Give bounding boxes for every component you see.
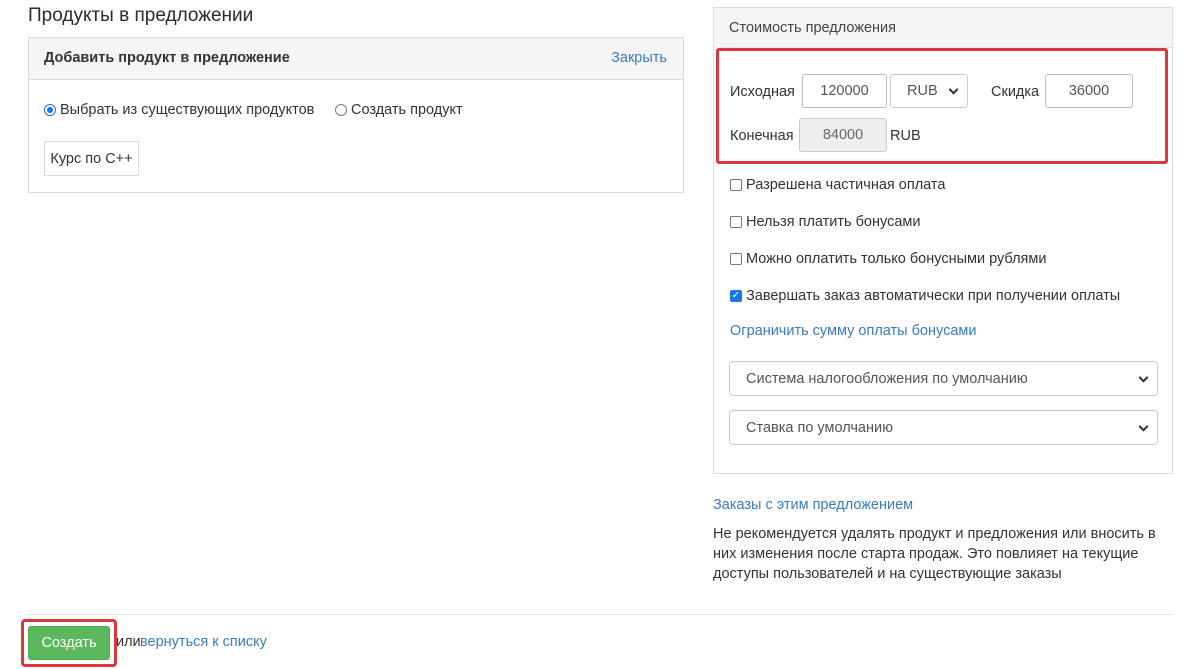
currency-select-value: RUB: [907, 83, 938, 99]
radio-create-product-label: Создать продукт: [351, 102, 463, 118]
footer-divider: [28, 614, 1173, 615]
vat-rate-select[interactable]: Ставка по умолчанию: [729, 410, 1158, 445]
close-link[interactable]: Закрыть: [611, 50, 667, 66]
chevron-down-icon: [1138, 372, 1149, 383]
checkbox-partial-payment[interactable]: Разрешена частичная оплата: [730, 177, 945, 193]
offer-price-panel-title: Стоимость предложения: [729, 20, 896, 36]
page-title: Продукты в предложении: [28, 5, 254, 26]
radio-choose-existing-label: Выбрать из существующих продуктов: [60, 102, 315, 118]
checkbox-auto-complete[interactable]: ✓ Завершать заказ автоматически при полу…: [730, 288, 1120, 304]
tax-system-select-value: Система налогообложения по умолчанию: [746, 370, 1028, 387]
radio-checked-icon[interactable]: [44, 104, 56, 116]
discount-input[interactable]: 36000: [1045, 74, 1133, 108]
final-price-field: 84000: [799, 118, 887, 152]
final-price-label: Конечная: [730, 128, 794, 144]
offer-price-panel-header: Стоимость предложения: [714, 8, 1172, 48]
footer-or-text: или: [116, 634, 141, 650]
initial-price-input[interactable]: 120000: [802, 74, 887, 108]
radio-choose-existing[interactable]: Выбрать из существующих продуктов: [44, 102, 314, 118]
checkbox-checked-icon[interactable]: ✓: [730, 290, 742, 302]
back-to-list-link[interactable]: вернуться к списку: [140, 634, 267, 650]
checkbox-bonus-only-label: Можно оплатить только бонусными рублями: [746, 251, 1047, 267]
create-button[interactable]: Создать: [28, 626, 110, 660]
add-product-panel-header: Добавить продукт в предложение Закрыть: [29, 38, 683, 80]
tax-system-select[interactable]: Система налогообложения по умолчанию: [729, 361, 1158, 396]
warning-text: Не рекомендуется удалять продукт и предл…: [713, 526, 1156, 582]
checkbox-unchecked-icon[interactable]: [730, 216, 742, 228]
chevron-down-icon: [948, 84, 959, 95]
add-product-panel-title: Добавить продукт в предложение: [44, 50, 290, 66]
limit-bonus-link[interactable]: Ограничить сумму оплаты бонусами: [730, 323, 976, 339]
add-product-panel: Добавить продукт в предложение Закрыть В…: [28, 37, 684, 193]
selected-product-chip[interactable]: Курс по С++: [44, 141, 139, 176]
checkbox-auto-complete-label: Завершать заказ автоматически при получе…: [746, 288, 1121, 304]
currency-select[interactable]: RUB: [890, 74, 968, 108]
checkbox-unchecked-icon[interactable]: [730, 253, 742, 265]
chevron-down-icon: [1138, 421, 1149, 432]
checkbox-unchecked-icon[interactable]: [730, 179, 742, 191]
orders-with-offer-link[interactable]: Заказы с этим предложением: [713, 497, 913, 513]
checkbox-no-bonus-label: Нельзя платить бонусами: [746, 214, 921, 230]
checkbox-partial-payment-label: Разрешена частичная оплата: [746, 177, 946, 193]
discount-label: Скидка: [991, 84, 1040, 100]
radio-create-product[interactable]: Создать продукт: [335, 102, 463, 118]
initial-price-label: Исходная: [730, 84, 795, 100]
checkbox-no-bonus[interactable]: Нельзя платить бонусами: [730, 214, 920, 230]
radio-unchecked-icon[interactable]: [335, 104, 347, 116]
vat-rate-select-value: Ставка по умолчанию: [746, 419, 893, 436]
final-currency-label: RUB: [890, 128, 921, 144]
checkbox-bonus-only[interactable]: Можно оплатить только бонусными рублями: [730, 251, 1046, 267]
